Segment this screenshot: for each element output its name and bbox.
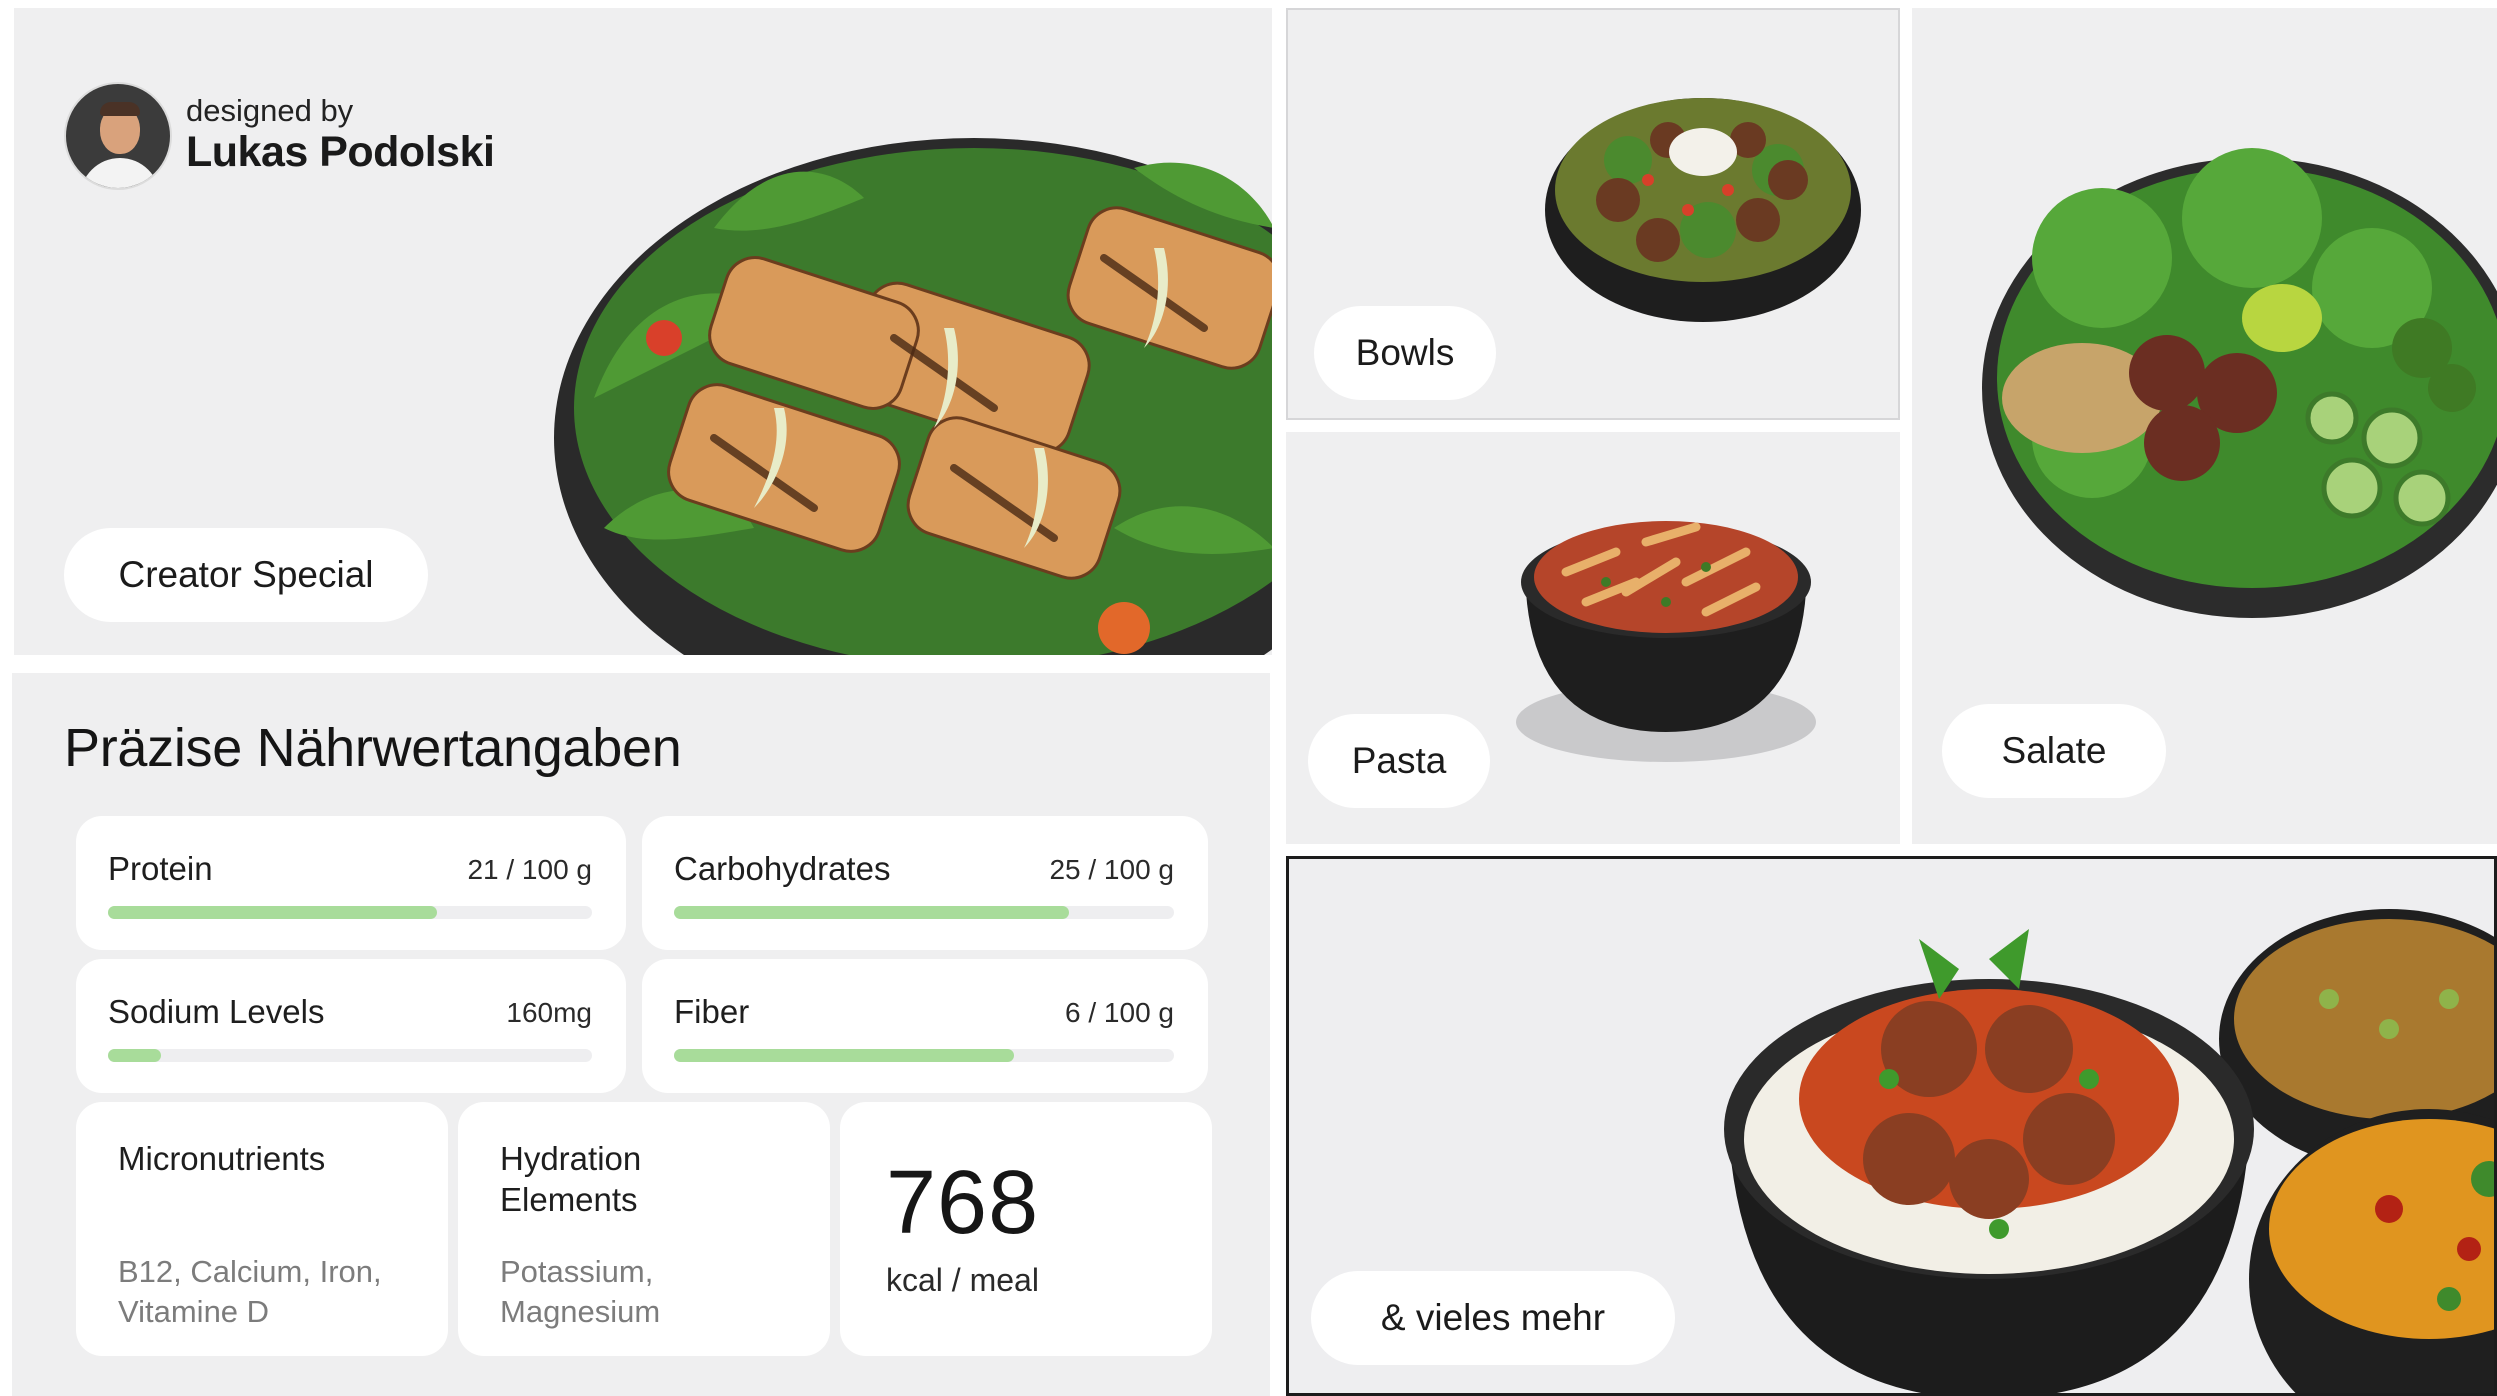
- macro-label: Protein: [108, 850, 213, 887]
- macro-card-sodium: Sodium Levels 160mg: [76, 959, 626, 1093]
- creator-avatar: [64, 82, 172, 190]
- bar-fill: [674, 906, 1069, 919]
- rice-meatball-bowls-image: [1724, 909, 2494, 1393]
- micronutrients-card: Micronutrients B12, Calcium, Iron, Vitam…: [76, 1102, 448, 1356]
- macro-label: Fiber: [674, 993, 750, 1030]
- bar-fill: [674, 1049, 1014, 1062]
- category-tile-bowls[interactable]: Bowls: [1286, 8, 1900, 420]
- macro-value: 21 / 100 g: [467, 854, 592, 885]
- nutrition-title: Präzise Nährwertangaben: [64, 718, 682, 778]
- nutrition-panel: Präzise Nährwertangaben Protein 21 / 100…: [12, 673, 1270, 1396]
- salad-bowl-image: [1982, 148, 2497, 618]
- grilled-chicken-salad-image: [554, 138, 1272, 655]
- pasta-label[interactable]: Pasta: [1308, 714, 1490, 808]
- pasta-bowl-image: [1516, 521, 1816, 762]
- designed-by-label: designed by: [186, 93, 354, 129]
- energy-card: 768 kcal / meal: [840, 1102, 1212, 1356]
- more-label[interactable]: & vieles mehr: [1311, 1271, 1675, 1365]
- macro-label: Sodium Levels: [108, 993, 325, 1030]
- macro-card-protein: Protein 21 / 100 g: [76, 816, 626, 950]
- macro-card-carbohydrates: Carbohydrates 25 / 100 g: [642, 816, 1208, 950]
- sodium-progress-bar: [108, 1049, 592, 1062]
- fiber-progress-bar: [674, 1049, 1174, 1062]
- category-tile-pasta[interactable]: Pasta: [1286, 432, 1900, 844]
- micronutrients-list: B12, Calcium, Iron, Vitamine D: [118, 1254, 382, 1330]
- bowls-label[interactable]: Bowls: [1314, 306, 1496, 400]
- carbohydrates-progress-bar: [674, 906, 1174, 919]
- calorie-value: 768: [886, 1153, 1040, 1253]
- hydration-card: Hydration Elements Potassium, Magnesium: [458, 1102, 830, 1356]
- creator-special-panel[interactable]: designed by Lukas Podolski Creator Speci…: [14, 8, 1272, 655]
- macro-value: 6 / 100 g: [1065, 997, 1174, 1028]
- micronutrients-title: Micronutrients: [118, 1140, 326, 1177]
- hydration-list: Potassium, Magnesium: [500, 1254, 661, 1330]
- creator-attribution: designed by Lukas Podolski: [64, 82, 495, 190]
- creator-name: Lukas Podolski: [186, 128, 495, 177]
- category-tile-salate[interactable]: Salate: [1912, 8, 2497, 844]
- macro-value: 160mg: [506, 997, 592, 1028]
- salate-label[interactable]: Salate: [1942, 704, 2166, 798]
- macro-label: Carbohydrates: [674, 850, 891, 887]
- protein-progress-bar: [108, 906, 592, 919]
- macro-card-fiber: Fiber 6 / 100 g: [642, 959, 1208, 1093]
- hydration-title: Hydration Elements: [500, 1140, 642, 1219]
- creator-special-badge[interactable]: Creator Special: [64, 528, 428, 622]
- bar-fill: [108, 1049, 162, 1062]
- calorie-unit: kcal / meal: [886, 1262, 1039, 1298]
- meatball-bowl-image: [1545, 98, 1861, 322]
- bar-fill: [108, 906, 438, 919]
- category-tile-more[interactable]: & vieles mehr: [1286, 856, 2497, 1396]
- macro-value: 25 / 100 g: [1049, 854, 1174, 885]
